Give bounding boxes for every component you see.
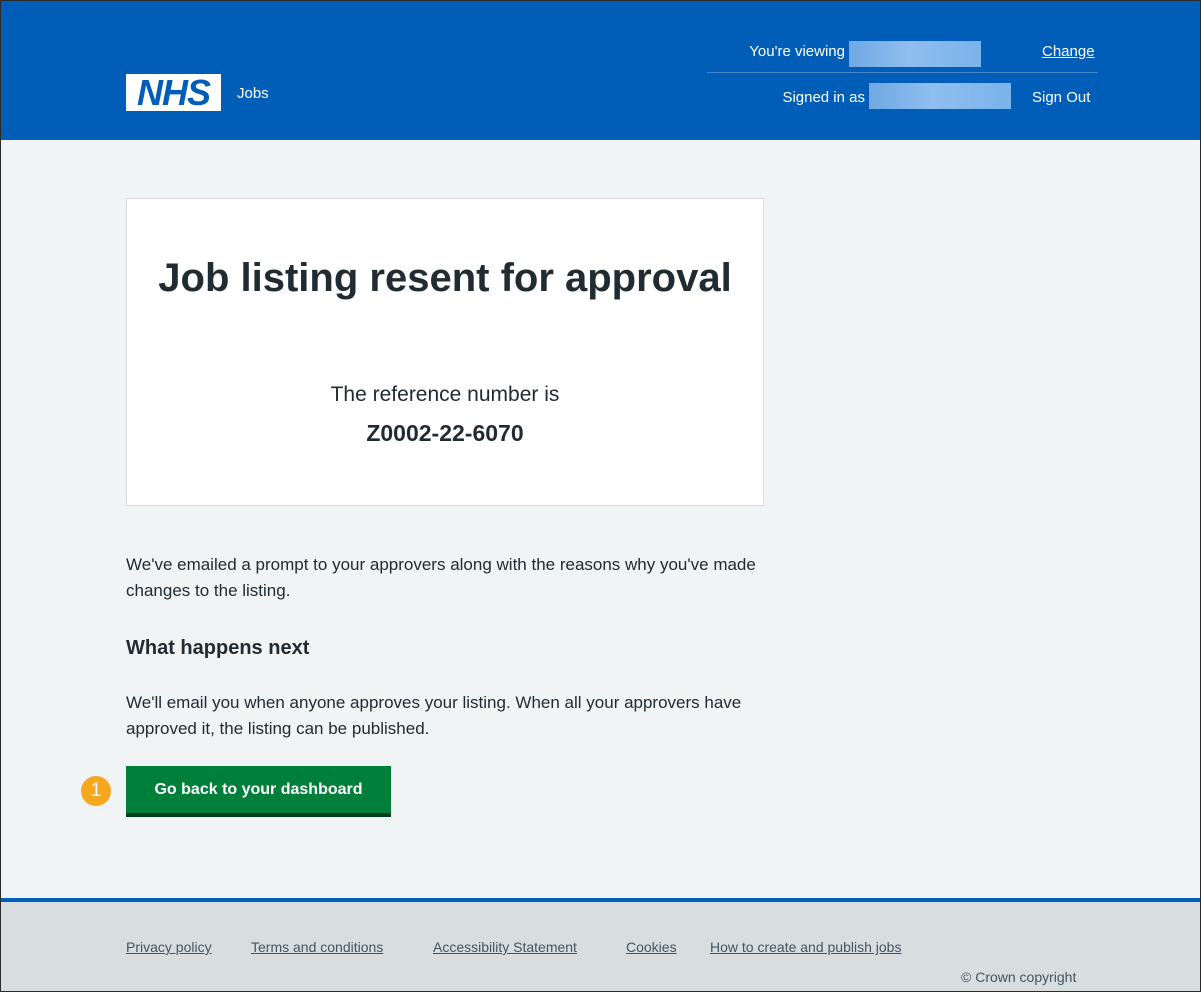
terms-and-conditions-link[interactable]: Terms and conditions — [251, 939, 383, 955]
redacted-username — [869, 83, 1011, 109]
signed-in-label: Signed in as — [782, 89, 865, 106]
viewing-label: You're viewing — [749, 43, 845, 60]
page-frame: NHS Jobs You're viewing Change Signed in… — [0, 0, 1201, 992]
confirmation-title: Job listing resent for approval — [158, 256, 732, 300]
accessibility-statement-link[interactable]: Accessibility Statement — [433, 939, 577, 955]
nhs-logo-text: NHS — [136, 72, 211, 113]
redacted-organisation — [849, 41, 981, 67]
site-footer: Privacy policy Terms and conditions Acce… — [1, 898, 1200, 991]
reference-label: The reference number is — [330, 383, 560, 406]
what-happens-next-text: We'll email you when anyone approves you… — [126, 693, 742, 738]
what-happens-next-heading: What happens next — [126, 637, 310, 659]
reference-number: Z0002-22-6070 — [366, 420, 524, 446]
how-to-create-and-publish-jobs-link[interactable]: How to create and publish jobs — [710, 939, 901, 955]
confirmation-panel: Job listing resent for approval The refe… — [126, 198, 764, 506]
privacy-policy-link[interactable]: Privacy policy — [126, 939, 212, 955]
change-organisation-link[interactable]: Change — [1042, 43, 1095, 60]
site-header: NHS Jobs You're viewing Change Signed in… — [1, 1, 1200, 140]
sign-out-link[interactable]: Sign Out — [1032, 89, 1090, 106]
step-badge: 1 — [81, 776, 111, 806]
nhs-logo[interactable]: NHS — [126, 74, 221, 111]
account-divider — [707, 72, 1098, 73]
cookies-link[interactable]: Cookies — [626, 939, 677, 955]
crown-copyright: © Crown copyright — [961, 969, 1077, 985]
go-back-to-dashboard-button[interactable]: Go back to your dashboard — [126, 766, 391, 817]
service-name[interactable]: Jobs — [237, 85, 269, 102]
intro-text: We've emailed a prompt to your approvers… — [126, 555, 756, 600]
